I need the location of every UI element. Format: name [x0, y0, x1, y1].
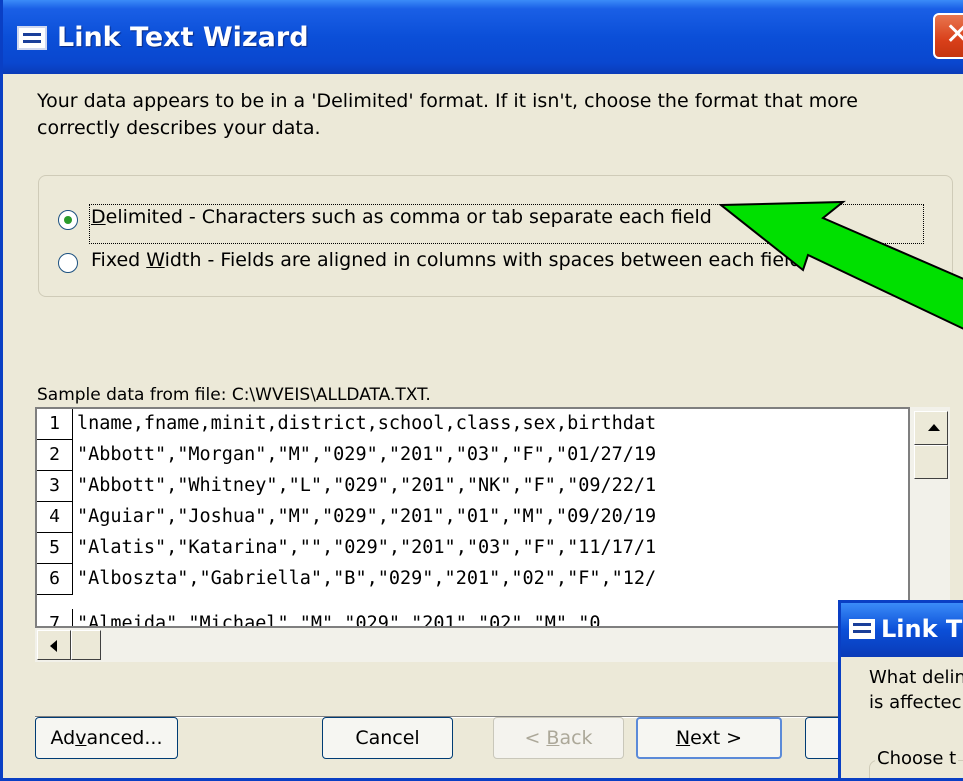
overlay-title: Link T: [881, 615, 963, 643]
link-text-wizard-window: Link Text Wizard ✕ Your data appears to …: [0, 0, 963, 781]
overlay-body-text: What delin is affectec: [869, 667, 963, 713]
overlay-dialog: Link T What delin is affectec Choose t: [838, 600, 963, 778]
green-annotation-arrow: [718, 200, 963, 330]
overlay-app-icon: [849, 619, 875, 639]
overlay-title-bar[interactable]: Link T: [841, 603, 963, 657]
green-arrow-shape: [718, 200, 963, 330]
overlay-group-label: Choose t: [875, 748, 959, 769]
